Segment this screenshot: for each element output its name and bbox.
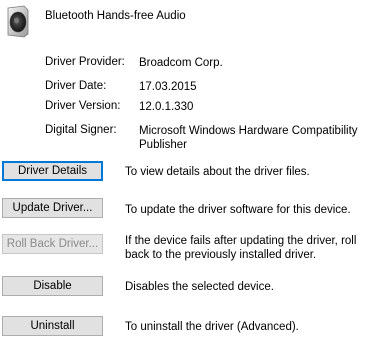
driver-date-value: 17.03.2015 — [139, 81, 197, 93]
roll-back-driver-button[interactable]: Roll Back Driver... — [2, 234, 103, 254]
disable-button[interactable]: Disable — [2, 276, 103, 296]
driver-date-label: Driver Date: — [45, 80, 107, 92]
driver-details-description: To view details about the driver files. — [125, 166, 310, 178]
driver-version-value: 12.0.1.330 — [139, 101, 194, 113]
driver-provider-label: Driver Provider: — [45, 56, 125, 68]
driver-details-button[interactable]: Driver Details — [2, 161, 103, 181]
digital-signer-label: Digital Signer: — [45, 124, 117, 136]
uninstall-description: To uninstall the driver (Advanced). — [125, 321, 299, 333]
digital-signer-value: Microsoft Windows Hardware Compatibility… — [139, 125, 358, 151]
uninstall-button[interactable]: Uninstall — [2, 316, 103, 336]
update-driver-button[interactable]: Update Driver... — [2, 198, 103, 218]
disable-description: Disables the selected device. — [125, 281, 274, 293]
driver-provider-value: Broadcom Corp. — [139, 57, 223, 69]
speaker-icon — [2, 4, 34, 38]
update-driver-description: To update the driver software for this d… — [125, 204, 351, 216]
driver-version-label: Driver Version: — [45, 100, 121, 112]
device-name: Bluetooth Hands-free Audio — [45, 10, 186, 22]
roll-back-driver-description: If the device fails after updating the d… — [125, 235, 357, 261]
